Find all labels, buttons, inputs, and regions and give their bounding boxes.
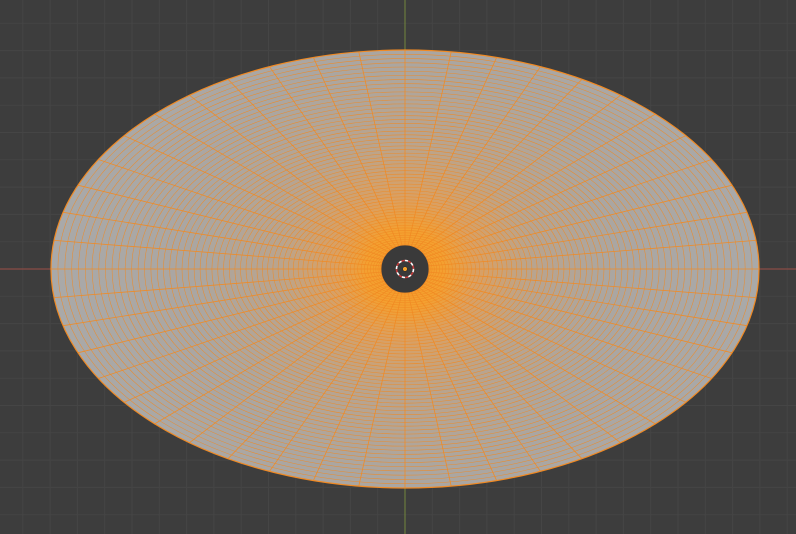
viewport-canvas[interactable] [0, 0, 796, 534]
origin-dot-icon[interactable] [402, 266, 408, 272]
3d-viewport[interactable] [0, 0, 796, 534]
